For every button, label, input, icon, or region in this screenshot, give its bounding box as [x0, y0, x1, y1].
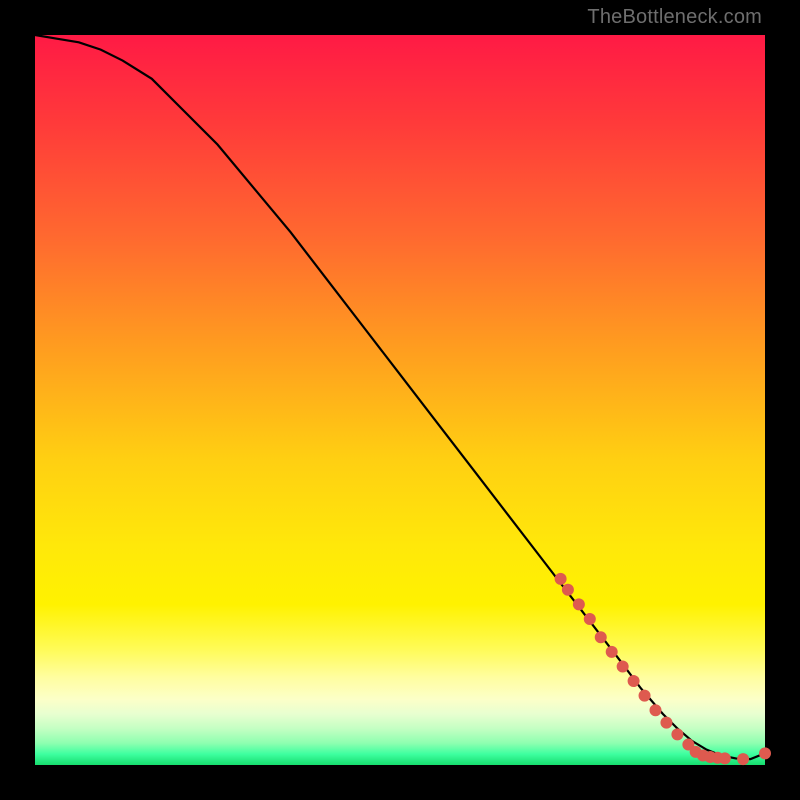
highlight-dot	[671, 728, 683, 740]
highlight-dot	[639, 690, 651, 702]
highlight-dot	[759, 747, 771, 759]
highlight-dot	[628, 675, 640, 687]
bottleneck-curve	[35, 35, 765, 759]
marker-group	[555, 573, 771, 765]
highlight-dot	[650, 704, 662, 716]
highlight-dot	[660, 717, 672, 729]
highlight-dot	[737, 753, 749, 765]
watermark-text: TheBottleneck.com	[587, 6, 762, 29]
highlight-dot	[562, 584, 574, 596]
highlight-dot	[584, 613, 596, 625]
highlight-dot	[595, 631, 607, 643]
highlight-dot	[555, 573, 567, 585]
chart-frame: TheBottleneck.com	[0, 0, 800, 800]
chart-svg	[35, 35, 765, 765]
highlight-dot	[719, 752, 731, 764]
highlight-dot	[606, 646, 618, 658]
plot-area	[35, 35, 765, 765]
highlight-dot	[617, 660, 629, 672]
highlight-dot	[573, 598, 585, 610]
